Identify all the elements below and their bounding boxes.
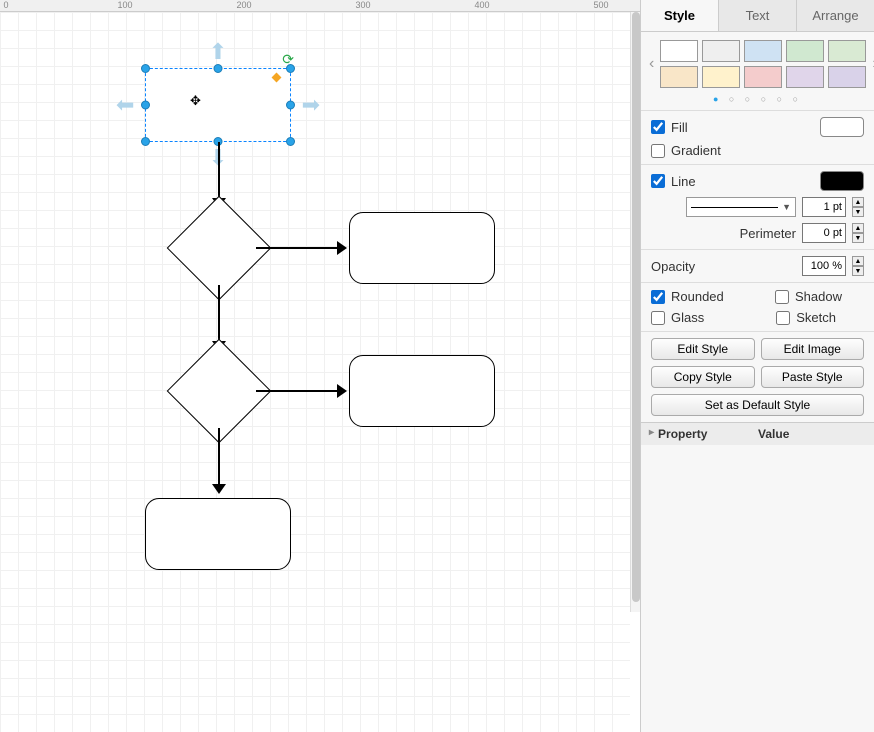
- process-shape[interactable]: [349, 355, 495, 427]
- chevron-left-icon[interactable]: ‹: [647, 55, 656, 73]
- palette-swatch[interactable]: [828, 66, 866, 88]
- perimeter-stepper[interactable]: ▲▼: [852, 223, 864, 243]
- disclosure-triangle-icon[interactable]: ▸: [649, 427, 654, 441]
- resize-handle-br[interactable]: [286, 137, 295, 146]
- property-table-header[interactable]: ▸ Property Value: [641, 422, 874, 445]
- palette-swatch[interactable]: [786, 40, 824, 62]
- line-width-stepper[interactable]: ▲▼: [852, 197, 864, 217]
- line-style-select[interactable]: ▼: [686, 197, 796, 217]
- fill-label: Fill: [671, 120, 688, 135]
- resize-handle-bl[interactable]: [141, 137, 150, 146]
- opacity-label: Opacity: [651, 259, 695, 274]
- palette-swatch[interactable]: [744, 40, 782, 62]
- selected-process-shape[interactable]: ⟳ ✥ ⬆ ⬇ ⬅ ➡: [145, 68, 291, 142]
- arrow-right-icon[interactable]: ➡: [302, 92, 320, 118]
- line-width-input[interactable]: [802, 197, 846, 217]
- connector[interactable]: [218, 285, 220, 343]
- resize-handle-tl[interactable]: [141, 64, 150, 73]
- palette-swatch[interactable]: [660, 40, 698, 62]
- perimeter-input[interactable]: [802, 223, 846, 243]
- canvas-grid[interactable]: [0, 12, 630, 732]
- edit-image-button[interactable]: Edit Image: [761, 338, 865, 360]
- opacity-stepper[interactable]: ▲▼: [852, 256, 864, 276]
- scrollbar-thumb[interactable]: [632, 12, 640, 602]
- connector[interactable]: [218, 142, 220, 200]
- sketch-label: Sketch: [796, 310, 836, 325]
- connector[interactable]: [256, 247, 339, 249]
- palette-swatch[interactable]: [828, 40, 866, 62]
- arrow-head-icon: [337, 241, 347, 255]
- property-col-header: Property: [658, 427, 758, 441]
- palette-swatch[interactable]: [744, 66, 782, 88]
- process-shape[interactable]: [349, 212, 495, 284]
- arrow-head-icon: [212, 484, 226, 494]
- format-panel: Style Text Arrange ‹ › ● ○ ○ ○ ○ ○ Fill: [640, 0, 874, 732]
- resize-handle-tm[interactable]: [214, 64, 223, 73]
- connector[interactable]: [256, 390, 339, 392]
- line-checkbox[interactable]: [651, 174, 665, 188]
- ruler-horizontal: 0 100 200 300 400 500: [0, 0, 640, 12]
- palette-swatch[interactable]: [660, 66, 698, 88]
- connector[interactable]: [218, 428, 220, 486]
- rounded-label: Rounded: [671, 289, 724, 304]
- set-default-style-button[interactable]: Set as Default Style: [651, 394, 864, 416]
- tab-arrange[interactable]: Arrange: [797, 0, 874, 31]
- ruler-tick: 100: [117, 0, 132, 10]
- ruler-tick: 300: [355, 0, 370, 10]
- value-col-header: Value: [758, 427, 789, 441]
- rounded-checkbox[interactable]: [651, 290, 665, 304]
- resize-handle-mr[interactable]: [286, 101, 295, 110]
- shadow-checkbox[interactable]: [775, 290, 789, 304]
- palette-swatch[interactable]: [702, 40, 740, 62]
- line-color-well[interactable]: [820, 171, 864, 191]
- paste-style-button[interactable]: Paste Style: [761, 366, 865, 388]
- line-label: Line: [671, 174, 696, 189]
- canvas[interactable]: 0 100 200 300 400 500 ⟳ ✥ ⬆ ⬇ ⬅ ➡: [0, 0, 640, 732]
- arrow-head-icon: [337, 384, 347, 398]
- gradient-checkbox[interactable]: [651, 144, 665, 158]
- glass-checkbox[interactable]: [651, 311, 665, 325]
- fill-color-well[interactable]: [820, 117, 864, 137]
- shadow-label: Shadow: [795, 289, 842, 304]
- resize-handle-ml[interactable]: [141, 101, 150, 110]
- connection-point[interactable]: [272, 73, 282, 83]
- ruler-tick: 0: [3, 0, 8, 10]
- copy-style-button[interactable]: Copy Style: [651, 366, 755, 388]
- palette-swatch[interactable]: [786, 66, 824, 88]
- palette-pagination[interactable]: ● ○ ○ ○ ○ ○: [641, 90, 874, 110]
- chevron-right-icon[interactable]: ›: [870, 55, 874, 73]
- fill-checkbox[interactable]: [651, 120, 665, 134]
- rotate-handle-icon[interactable]: ⟳: [282, 51, 294, 68]
- palette-swatch[interactable]: [702, 66, 740, 88]
- perimeter-label: Perimeter: [740, 226, 796, 241]
- scrollbar-vertical[interactable]: [630, 12, 640, 612]
- edit-style-button[interactable]: Edit Style: [651, 338, 755, 360]
- sketch-checkbox[interactable]: [776, 311, 790, 325]
- color-palette: ‹ ›: [641, 32, 874, 90]
- ruler-tick: 500: [593, 0, 608, 10]
- opacity-input[interactable]: [802, 256, 846, 276]
- arrow-up-icon[interactable]: ⬆: [209, 39, 227, 65]
- ruler-tick: 400: [474, 0, 489, 10]
- ruler-tick: 200: [236, 0, 251, 10]
- panel-tabs: Style Text Arrange: [641, 0, 874, 32]
- glass-label: Glass: [671, 310, 704, 325]
- arrow-left-icon[interactable]: ⬅: [116, 92, 134, 118]
- process-shape[interactable]: [145, 498, 291, 570]
- move-cursor-icon: ✥: [190, 93, 201, 109]
- tab-text[interactable]: Text: [719, 0, 797, 31]
- tab-style[interactable]: Style: [641, 0, 719, 31]
- gradient-label: Gradient: [671, 143, 721, 158]
